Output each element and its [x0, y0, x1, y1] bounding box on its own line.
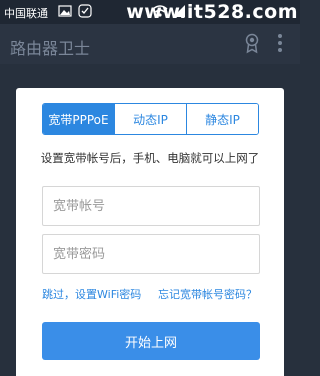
- app-bar: 路由器卫士: [0, 24, 300, 64]
- image-icon: [58, 4, 72, 21]
- tab-pppoe[interactable]: 宽带PPPoE: [43, 104, 114, 134]
- connection-type-tabs: 宽带PPPoE 动态IP 静态IP: [42, 103, 259, 135]
- broadband-password-input[interactable]: [42, 234, 260, 274]
- status-bar: 中国联通 www.it528.com: [0, 0, 300, 24]
- watermark: www.it528.com: [126, 1, 298, 23]
- more-options-icon[interactable]: [276, 32, 284, 58]
- skip-set-wifi-link[interactable]: 跳过，设置WiFi密码: [42, 286, 141, 302]
- tab-dynamic-ip[interactable]: 动态IP: [114, 104, 186, 134]
- tab-static-ip[interactable]: 静态IP: [186, 104, 258, 134]
- start-internet-button[interactable]: 开始上网: [42, 322, 260, 360]
- broadband-account-input[interactable]: [42, 186, 260, 226]
- medal-icon[interactable]: [244, 32, 260, 58]
- setup-hint: 设置宽带帐号后，手机、电脑就可以上网了: [40, 151, 260, 165]
- setup-card: 宽带PPPoE 动态IP 静态IP 设置宽带帐号后，手机、电脑就可以上网了 跳过…: [16, 88, 284, 376]
- app-title: 路由器卫士: [10, 39, 91, 58]
- check-icon: [78, 4, 92, 21]
- carrier-name: 中国联通: [4, 7, 48, 20]
- forgot-password-link[interactable]: 忘记宽带帐号密码？: [158, 286, 257, 302]
